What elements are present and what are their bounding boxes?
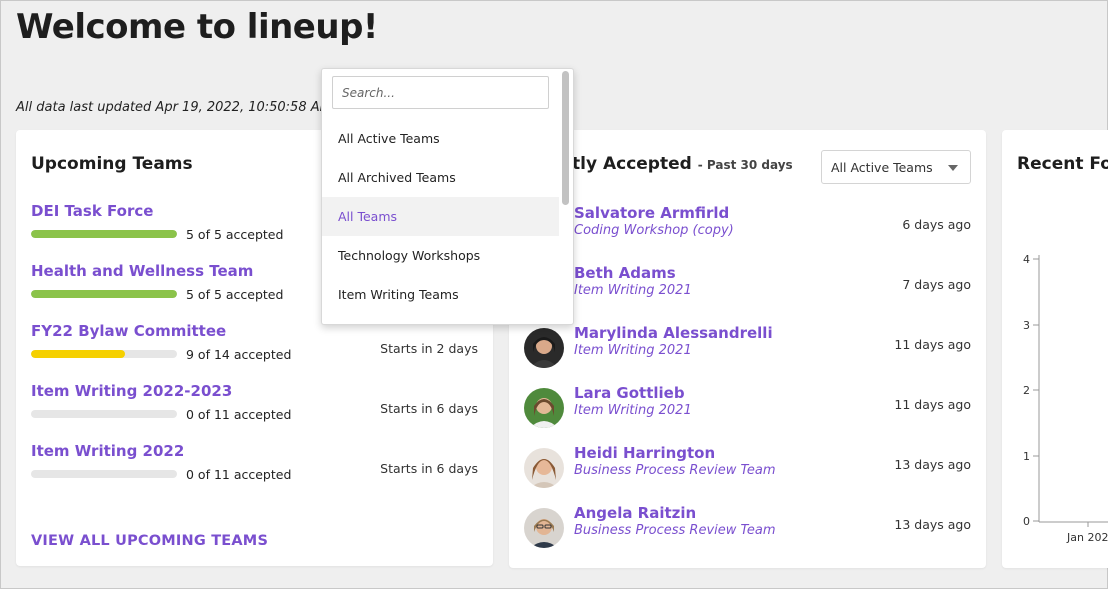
person-team-link[interactable]: Item Writing 2021 bbox=[574, 343, 692, 358]
person-row: Heidi Harrington Business Process Review… bbox=[524, 444, 971, 492]
dropdown-option[interactable]: Technology Workshops bbox=[322, 236, 559, 275]
progress-bar-fill bbox=[31, 350, 125, 358]
person-name-link[interactable]: Heidi Harrington bbox=[574, 444, 715, 462]
avatar-photo bbox=[524, 508, 564, 548]
team-link[interactable]: DEI Task Force bbox=[31, 202, 153, 220]
starts-in: Starts in 2 days bbox=[380, 341, 478, 356]
team-link[interactable]: Health and Wellness Team bbox=[31, 262, 253, 280]
recently-accepted-title: tly Accepted - Past 30 days bbox=[572, 154, 793, 174]
avatar-photo bbox=[524, 448, 564, 488]
avatar bbox=[524, 508, 564, 548]
chevron-down-icon bbox=[948, 165, 958, 171]
progress-bar bbox=[31, 470, 177, 478]
person-team-link[interactable]: Item Writing 2021 bbox=[574, 403, 692, 418]
accepted-count: 9 of 14 accepted bbox=[186, 347, 292, 362]
team-row: Item Writing 2022 0 of 11 accepted Start… bbox=[31, 442, 478, 494]
team-link[interactable]: FY22 Bylaw Committee bbox=[31, 322, 226, 340]
person-name-link[interactable]: Lara Gottlieb bbox=[574, 384, 685, 402]
accepted-ago: 11 days ago bbox=[894, 337, 971, 352]
forms-chart-axes bbox=[1033, 255, 1108, 527]
team-filter-value: All Active Teams bbox=[831, 160, 933, 175]
avatar bbox=[524, 388, 564, 428]
person-row: Marylinda Alessandrelli Item Writing 202… bbox=[524, 324, 971, 372]
accepted-ago: 13 days ago bbox=[894, 517, 971, 532]
dropdown-scrollbar[interactable] bbox=[562, 71, 569, 205]
person-name-link[interactable]: Marylinda Alessandrelli bbox=[574, 324, 773, 342]
dropdown-option[interactable]: Item Writing Teams bbox=[322, 275, 559, 314]
recently-accepted-card: tly Accepted - Past 30 days All Active T… bbox=[509, 130, 986, 568]
progress-bar-fill bbox=[31, 290, 177, 298]
avatar bbox=[524, 328, 564, 368]
upcoming-teams-title: Upcoming Teams bbox=[31, 154, 193, 174]
accepted-ago: 6 days ago bbox=[902, 217, 971, 232]
team-link[interactable]: Item Writing 2022 bbox=[31, 442, 184, 460]
person-row: Beth Adams Item Writing 2021 7 days ago bbox=[524, 264, 971, 312]
page-title: Welcome to lineup! bbox=[16, 7, 378, 47]
dropdown-option-selected[interactable]: All Teams bbox=[322, 197, 559, 236]
person-team-link[interactable]: Business Process Review Team bbox=[574, 523, 775, 538]
recently-accepted-title-text: tly Accepted bbox=[572, 154, 692, 174]
recently-accepted-subtitle: - Past 30 days bbox=[697, 158, 793, 172]
person-name-link[interactable]: Beth Adams bbox=[574, 264, 676, 282]
person-team-link[interactable]: Business Process Review Team bbox=[574, 463, 775, 478]
avatar-photo bbox=[524, 388, 564, 428]
accepted-count: 0 of 11 accepted bbox=[186, 467, 292, 482]
progress-bar bbox=[31, 410, 177, 418]
progress-bar bbox=[31, 350, 177, 358]
team-link[interactable]: Item Writing 2022-2023 bbox=[31, 382, 232, 400]
person-row: Angela Raitzin Business Process Review T… bbox=[524, 504, 971, 552]
avatar bbox=[524, 448, 564, 488]
starts-in: Starts in 6 days bbox=[380, 401, 478, 416]
team-filter-dropdown: All Active Teams All Archived Teams All … bbox=[321, 68, 574, 325]
accepted-count: 5 of 5 accepted bbox=[186, 287, 284, 302]
accepted-count: 0 of 11 accepted bbox=[186, 407, 292, 422]
person-team-link[interactable]: Coding Workshop (copy) bbox=[574, 223, 734, 238]
team-filter-select[interactable]: All Active Teams bbox=[821, 150, 971, 184]
person-row: Salvatore Armfirld Coding Workshop (copy… bbox=[524, 204, 971, 252]
person-row: Lara Gottlieb Item Writing 2021 11 days … bbox=[524, 384, 971, 432]
progress-bar bbox=[31, 230, 177, 238]
person-team-link[interactable]: Item Writing 2021 bbox=[574, 283, 692, 298]
progress-bar-fill bbox=[31, 230, 177, 238]
accepted-ago: 13 days ago bbox=[894, 457, 971, 472]
team-row: FY22 Bylaw Committee 9 of 14 accepted St… bbox=[31, 322, 478, 374]
dropdown-option[interactable]: All Active Teams bbox=[322, 119, 559, 158]
accepted-count: 5 of 5 accepted bbox=[186, 227, 284, 242]
dropdown-search-input[interactable] bbox=[332, 76, 549, 109]
person-name-link[interactable]: Angela Raitzin bbox=[574, 504, 696, 522]
starts-in: Starts in 6 days bbox=[380, 461, 478, 476]
progress-bar bbox=[31, 290, 177, 298]
accepted-ago: 11 days ago bbox=[894, 397, 971, 412]
view-all-upcoming-link[interactable]: VIEW ALL UPCOMING TEAMS bbox=[31, 533, 268, 549]
team-row: Item Writing 2022-2023 0 of 11 accepted … bbox=[31, 382, 478, 434]
accepted-ago: 7 days ago bbox=[902, 277, 971, 292]
last-updated-text: All data last updated Apr 19, 2022, 10:5… bbox=[16, 100, 331, 115]
x-tick-label: Jan 202 bbox=[1067, 531, 1108, 544]
avatar-photo bbox=[524, 328, 564, 368]
recent-forms-card: Recent Forr 4 3 2 1 0 Jan 202 bbox=[1002, 130, 1108, 568]
person-name-link[interactable]: Salvatore Armfirld bbox=[574, 204, 729, 222]
dropdown-option[interactable]: All Archived Teams bbox=[322, 158, 559, 197]
